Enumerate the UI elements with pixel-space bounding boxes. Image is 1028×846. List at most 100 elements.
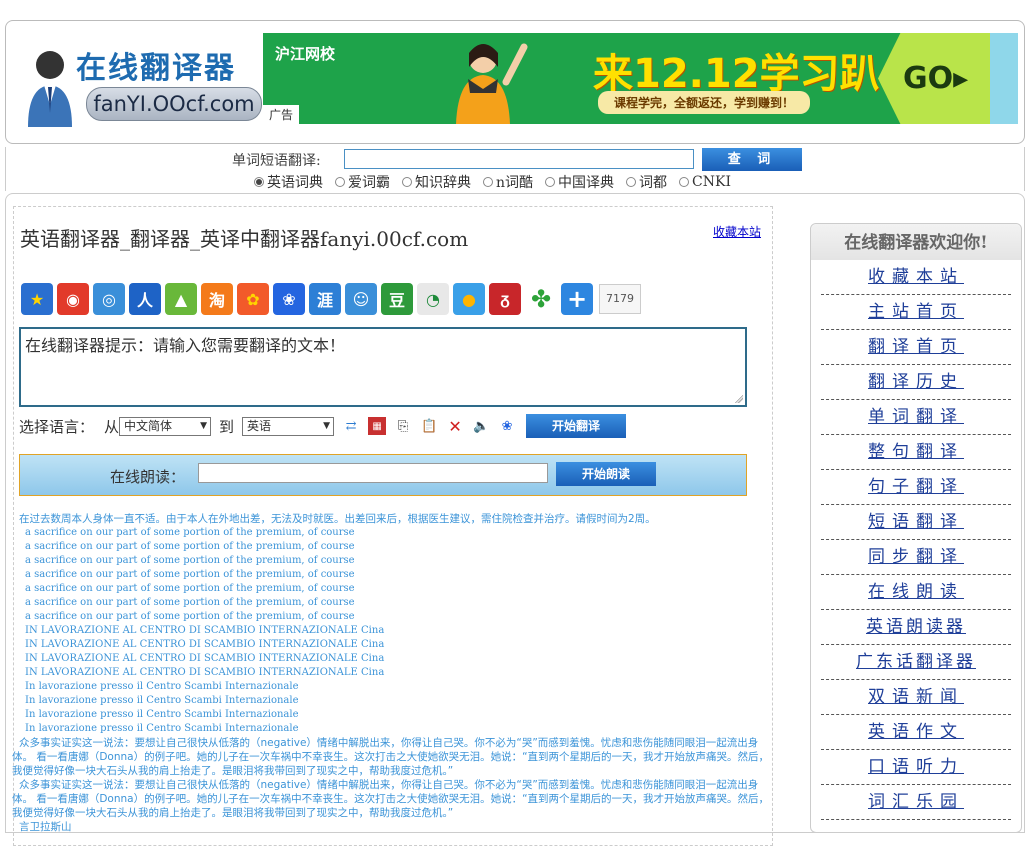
history-line[interactable]: IN LAVORAZIONE AL CENTRO DI SCAMBIO INTE… xyxy=(19,666,771,680)
qq-share-icon[interactable]: ● xyxy=(453,283,485,315)
baidu-share-icon[interactable]: ❀ xyxy=(273,283,305,315)
history-line[interactable]: a sacrifice on our part of some portion … xyxy=(19,540,771,554)
history-line[interactable]: a sacrifice on our part of some portion … xyxy=(19,582,771,596)
source-text-area[interactable]: 在线翻译器提示：请输入您需要翻译的文本！ xyxy=(19,327,747,407)
clover-share-icon[interactable]: ✤ xyxy=(525,283,557,315)
sidebar-item[interactable]: 词汇乐园 xyxy=(821,785,1011,820)
search-input[interactable] xyxy=(344,149,694,169)
sidebar-item[interactable]: 单词翻译 xyxy=(821,400,1011,435)
sidebar-item[interactable]: 口语听力 xyxy=(821,750,1011,785)
copy-icon[interactable]: ⎘ xyxy=(394,417,412,435)
sidebar-item-label[interactable]: 双语新闻 xyxy=(868,687,964,707)
sidebar-item-label[interactable]: 短语翻译 xyxy=(868,512,964,532)
sidebar-item[interactable]: 在线朗读 xyxy=(821,575,1011,610)
history-line[interactable]: In lavorazione presso il Centro Scambi I… xyxy=(19,694,771,708)
douban-share-icon[interactable]: 豆 xyxy=(381,283,413,315)
more-share-icon[interactable]: + xyxy=(561,283,593,315)
to-language-select[interactable]: 英语 xyxy=(242,416,335,436)
sidebar-item-label[interactable]: 整句翻译 xyxy=(868,442,964,462)
bookmark-link[interactable]: 收藏本站 xyxy=(713,223,761,240)
sidebar-item-label[interactable]: 翻译历史 xyxy=(868,372,964,392)
read-input[interactable] xyxy=(198,463,548,483)
sidebar-item[interactable]: 英语作文 xyxy=(821,715,1011,750)
radio-icon[interactable] xyxy=(626,177,637,187)
paste-icon[interactable]: 📋 xyxy=(420,417,438,435)
sidebar-item-label[interactable]: 同步翻译 xyxy=(868,547,964,567)
kaixin-share-icon[interactable]: ▲ xyxy=(165,283,197,315)
weibo-share-icon[interactable]: ◉ xyxy=(57,283,89,315)
sidebar-item[interactable]: 广东话翻译器 xyxy=(821,645,1011,680)
history-paragraph[interactable]: 言卫拉斯山 xyxy=(12,820,771,834)
radio-option[interactable]: 词都 xyxy=(626,172,667,192)
sidebar-item[interactable]: 英语朗读器 xyxy=(821,610,1011,645)
qzone-share-icon[interactable]: ★ xyxy=(21,283,53,315)
sidebar-item-label[interactable]: 在线朗读 xyxy=(868,582,964,602)
translate-button[interactable]: 开始翻译 xyxy=(526,414,627,438)
radio-option[interactable]: 中国译典 xyxy=(545,172,614,192)
radio-option[interactable]: 知识辞典 xyxy=(402,172,471,192)
radio-icon[interactable] xyxy=(483,177,493,187)
site-logo[interactable]: 在线翻译器 fanYI.OOcf.com xyxy=(16,41,262,133)
baidu-icon[interactable]: ❀ xyxy=(498,417,516,435)
sidebar-item-label[interactable]: 广东话翻译器 xyxy=(856,652,976,672)
read-button[interactable]: 开始朗读 xyxy=(556,462,656,486)
sidebar-item[interactable]: 同步翻译 xyxy=(821,540,1011,575)
history-line[interactable]: a sacrifice on our part of some portion … xyxy=(19,568,771,582)
people-share-icon[interactable]: ☺ xyxy=(345,283,377,315)
star-share-icon[interactable]: ✿ xyxy=(237,283,269,315)
history-line[interactable]: In lavorazione presso il Centro Scambi I… xyxy=(19,708,771,722)
sidebar-item-label[interactable]: 句子翻译 xyxy=(868,477,964,497)
ad-banner[interactable]: 沪江网校 来12.12学习趴 课程学完，全额返还，学到赚到！ GO▸ 广告 xyxy=(263,33,1018,124)
sidebar-item-label[interactable]: 翻译首页 xyxy=(868,337,964,357)
sidebar-item-label[interactable]: 单词翻译 xyxy=(868,407,964,427)
sidebar-item[interactable]: 句子翻译 xyxy=(821,470,1011,505)
sidebar-item[interactable]: 双语新闻 xyxy=(821,680,1011,715)
history-line[interactable]: IN LAVORAZIONE AL CENTRO DI SCAMBIO INTE… xyxy=(19,638,771,652)
resize-handle-icon[interactable] xyxy=(735,395,743,403)
radio-icon[interactable] xyxy=(402,177,412,187)
radio-option[interactable]: n词酷 xyxy=(483,172,533,192)
history-line[interactable]: IN LAVORAZIONE AL CENTRO DI SCAMBIO INTE… xyxy=(19,624,771,638)
dictionary-icon[interactable]: ▦ xyxy=(368,417,387,435)
sidebar-item[interactable]: 收藏本站 xyxy=(821,260,1011,295)
circle-share-icon[interactable]: ◔ xyxy=(417,283,449,315)
radio-option[interactable]: 爱词霸 xyxy=(335,172,390,192)
fanfou-share-icon[interactable]: ᵹ xyxy=(489,283,521,315)
radio-checked-icon[interactable] xyxy=(254,177,264,187)
history-line[interactable]: a sacrifice on our part of some portion … xyxy=(19,596,771,610)
tencent-weibo-share-icon[interactable]: ◎ xyxy=(93,283,125,315)
history-line[interactable]: a sacrifice on our part of some portion … xyxy=(19,554,771,568)
history-line[interactable]: In lavorazione presso il Centro Scambi I… xyxy=(19,722,771,736)
history-line[interactable]: In lavorazione presso il Centro Scambi I… xyxy=(19,680,771,694)
clear-icon[interactable]: ✕ xyxy=(446,417,464,436)
taobao-share-icon[interactable]: 淘 xyxy=(201,283,233,315)
search-button[interactable]: 查 词 xyxy=(702,148,802,171)
sidebar-item[interactable]: 翻译历史 xyxy=(821,365,1011,400)
history-paragraph[interactable]: 众多事实证实这一说法：要想让自己很快从低落的（negative）情绪中解脱出来，… xyxy=(12,778,771,820)
history-paragraph[interactable]: 众多事实证实这一说法：要想让自己很快从低落的（negative）情绪中解脱出来，… xyxy=(12,736,771,778)
history-line[interactable]: a sacrifice on our part of some portion … xyxy=(19,526,771,540)
renren-share-icon[interactable]: 人 xyxy=(129,283,161,315)
sidebar-item[interactable]: 短语翻译 xyxy=(821,505,1011,540)
radio-option[interactable]: CNKI xyxy=(679,172,731,192)
sidebar-item[interactable]: 整句翻译 xyxy=(821,435,1011,470)
sidebar-item-label[interactable]: 英语朗读器 xyxy=(866,617,966,637)
history-line[interactable]: 在过去数周本人身体一直不适。由于本人在外地出差，无法及时就医。出差回来后，根据医… xyxy=(19,512,771,526)
sidebar-item-label[interactable]: 英语作文 xyxy=(868,722,964,742)
radio-icon[interactable] xyxy=(679,177,690,187)
speaker-icon[interactable]: 🔈 xyxy=(472,417,490,435)
huiliao-share-icon[interactable]: 涯 xyxy=(309,283,341,315)
sidebar-item-label[interactable]: 词汇乐园 xyxy=(868,792,964,812)
sidebar-item-label[interactable]: 口语听力 xyxy=(868,757,964,777)
from-language-select[interactable]: 中文简体 xyxy=(119,416,212,436)
swap-icon[interactable]: ⇄ xyxy=(342,417,360,435)
sidebar-item-label[interactable]: 收藏本站 xyxy=(868,267,964,287)
history-line[interactable]: IN LAVORAZIONE AL CENTRO DI SCAMBIO INTE… xyxy=(19,652,771,666)
sidebar-item-label[interactable]: 主站首页 xyxy=(868,302,964,322)
history-line[interactable]: a sacrifice on our part of some portion … xyxy=(19,610,771,624)
radio-option[interactable]: 英语词典 xyxy=(254,172,323,192)
radio-icon[interactable] xyxy=(545,177,556,187)
sidebar-item[interactable]: 翻译首页 xyxy=(821,330,1011,365)
radio-icon[interactable] xyxy=(335,177,345,187)
sidebar-item[interactable]: 主站首页 xyxy=(821,295,1011,330)
